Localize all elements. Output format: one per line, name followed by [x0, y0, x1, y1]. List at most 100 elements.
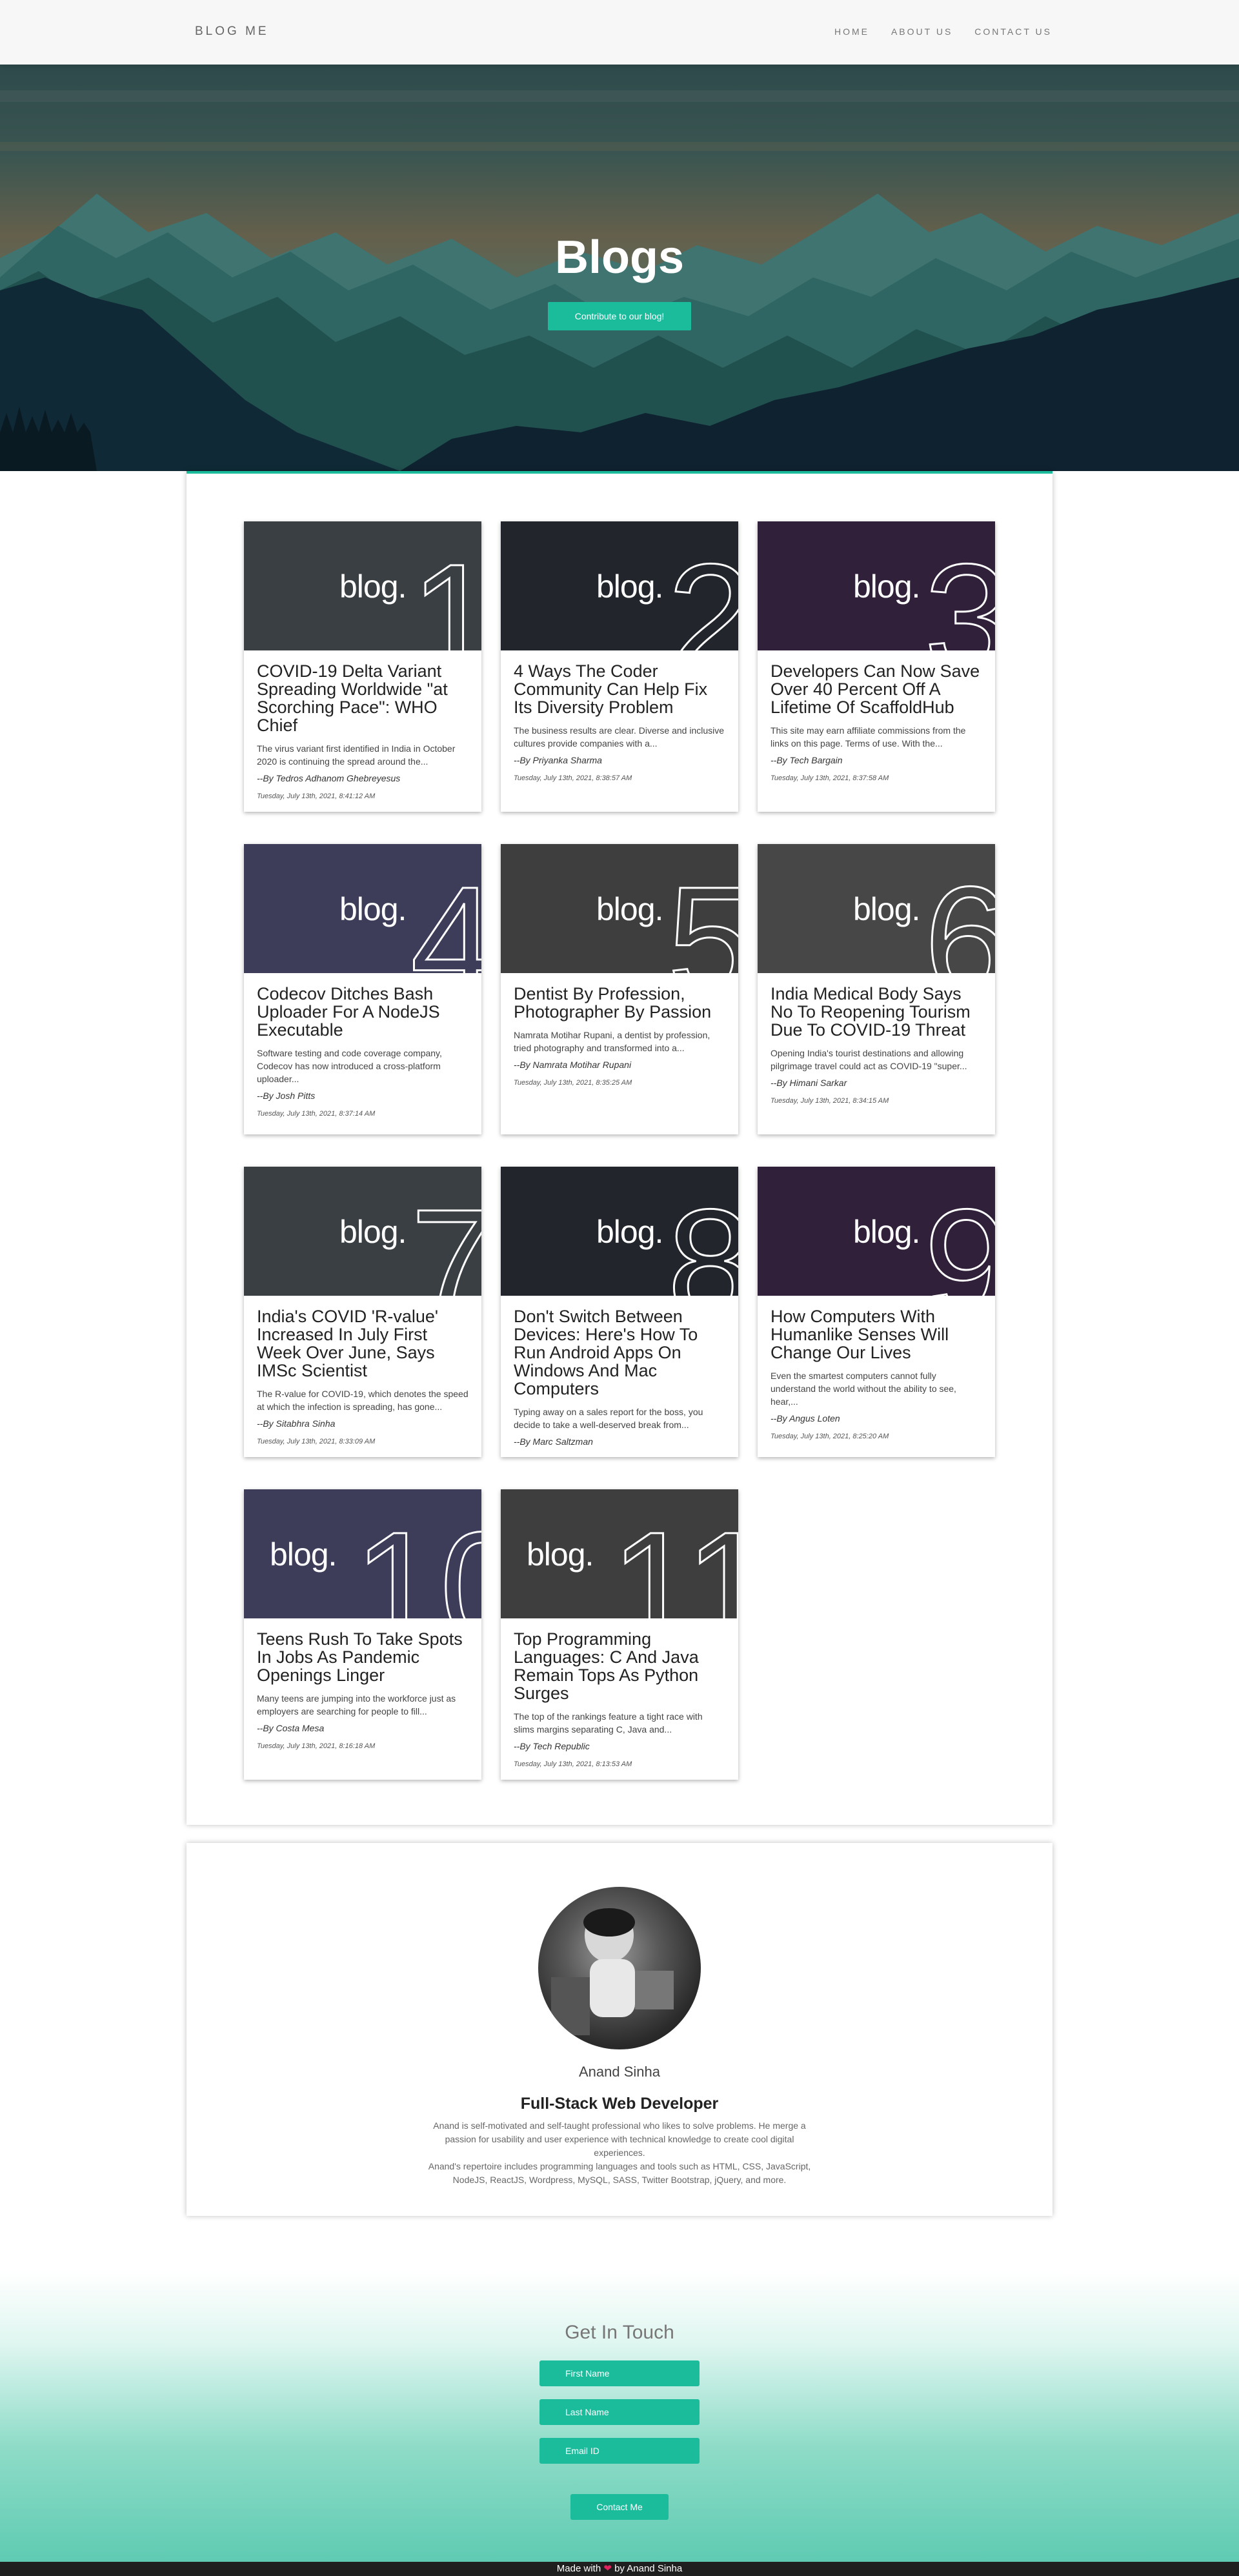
blog-thumbnail-word: blog.	[339, 569, 407, 605]
contribute-button[interactable]: Contribute to our blog!	[548, 302, 691, 330]
blog-thumbnail-number: 6	[923, 854, 995, 974]
blog-author: --By Tech Bargain	[771, 755, 843, 765]
blog-date: Tuesday, July 13th, 2021, 8:35:25 AM	[514, 1079, 632, 1087]
blog-title[interactable]: Teens Rush To Take Spots In Jobs As Pand…	[257, 1630, 468, 1684]
blog-thumbnail-number: 3	[923, 532, 995, 651]
first-name-field[interactable]	[539, 2360, 700, 2386]
blog-card-body: India Medical Body Says No To Reopening …	[758, 973, 995, 1105]
navbar: BLOG ME HOME ABOUT US CONTACT US	[0, 0, 1239, 65]
blog-title[interactable]: Developers Can Now Save Over 40 Percent …	[771, 662, 982, 716]
footer: Made with ❤ by Anand Sinha	[0, 2562, 1239, 2576]
author-bio: Anand is self-motivated and self-taught …	[419, 2119, 820, 2187]
blog-thumbnail: blog. 5	[501, 844, 738, 973]
blog-title[interactable]: Codecov Ditches Bash Uploader For A Node…	[257, 985, 468, 1039]
email-field[interactable]	[539, 2438, 700, 2464]
blog-title[interactable]: Don't Switch Between Devices: Here's How…	[514, 1307, 725, 1398]
footer-author: by Anand Sinha	[614, 2563, 683, 2574]
nav-link-contact[interactable]: CONTACT US	[974, 26, 1052, 37]
blog-date: Tuesday, July 13th, 2021, 8:25:20 AM	[771, 1433, 889, 1440]
blog-thumbnail-word: blog.	[853, 569, 920, 605]
blog-author: --By Namrata Motihar Rupani	[514, 1060, 632, 1070]
blog-author: --By Marc Saltzman	[514, 1436, 593, 1447]
blog-card[interactable]: blog. 3 Developers Can Now Save Over 40 Pe…	[758, 521, 995, 812]
blog-excerpt: This site may earn affiliate commissions…	[771, 725, 966, 749]
blog-title[interactable]: India's COVID 'R-value' Increased In Jul…	[257, 1307, 468, 1380]
blog-title[interactable]: How Computers With Humanlike Senses Will…	[771, 1307, 982, 1362]
blog-thumbnail: blog. 1	[244, 521, 481, 650]
blog-date: Tuesday, July 13th, 2021, 8:16:18 AM	[257, 1742, 376, 1750]
author-skills-paragraph: Anand's repertoire includes programming …	[428, 2161, 811, 2185]
blog-thumbnail-number: 4	[409, 854, 481, 974]
blog-thumbnail-word: blog.	[339, 1214, 407, 1250]
blog-title[interactable]: COVID-19 Delta Variant Spreading Worldwi…	[257, 662, 468, 734]
blog-author: --By Josh Pitts	[257, 1091, 316, 1101]
blog-thumbnail-number: 7	[409, 1177, 481, 1296]
hero-banner: Blogs Contribute to our blog!	[0, 65, 1239, 471]
blog-thumbnail: blog. 11	[501, 1489, 738, 1618]
brand-logo[interactable]: BLOG ME	[195, 25, 269, 39]
contact-me-button[interactable]: Contact Me	[570, 2494, 669, 2520]
blog-thumbnail: blog. 4	[244, 844, 481, 973]
blog-card[interactable]: blog. 8 Don't Switch Between Devices: Here…	[501, 1167, 738, 1457]
blog-author: --By Himani Sarkar	[771, 1078, 847, 1088]
blog-date: Tuesday, July 13th, 2021, 8:37:14 AM	[257, 1110, 376, 1118]
blog-thumbnail: blog. 7	[244, 1167, 481, 1296]
nav-link-about[interactable]: ABOUT US	[891, 26, 952, 37]
blog-thumbnail: blog. 3	[758, 521, 995, 650]
blog-excerpt: The R-value for COVID-19, which denotes …	[257, 1389, 468, 1412]
blog-thumbnail: blog. 9	[758, 1167, 995, 1296]
blog-thumbnail-number: 5	[666, 854, 738, 974]
blog-card[interactable]: blog. 4 Codecov Ditches Bash Uploader For …	[244, 844, 481, 1134]
blog-author: --By Tedros Adhanom Ghebreyesus	[257, 773, 401, 783]
blog-thumbnail-number: 11	[609, 1500, 738, 1619]
about-section: Anand Sinha Full-Stack Web Developer Ana…	[186, 1843, 1053, 2216]
blog-date: Tuesday, July 13th, 2021, 8:34:15 AM	[771, 1097, 889, 1105]
blog-excerpt: The virus variant first identified in In…	[257, 743, 456, 767]
blog-thumbnail-number: 9	[923, 1177, 995, 1296]
blog-date: Tuesday, July 13th, 2021, 8:37:58 AM	[771, 774, 889, 782]
blog-excerpt: The top of the rankings feature a tight …	[514, 1711, 703, 1735]
nav-links: HOME ABOUT US CONTACT US	[834, 26, 1052, 37]
blog-thumbnail-word: blog.	[270, 1536, 337, 1573]
blog-card-body: How Computers With Humanlike Senses Will…	[758, 1296, 995, 1440]
nav-link-home[interactable]: HOME	[834, 26, 869, 37]
blog-card[interactable]: blog. 6 India Medical Body Says No To Reop…	[758, 844, 995, 1134]
blog-card-body: COVID-19 Delta Variant Spreading Worldwi…	[244, 650, 481, 800]
blog-title[interactable]: India Medical Body Says No To Reopening …	[771, 985, 982, 1039]
blog-card[interactable]: blog. 9 How Computers With Humanlike Sense…	[758, 1167, 995, 1457]
blog-card-body: India's COVID 'R-value' Increased In Jul…	[244, 1296, 481, 1445]
last-name-field[interactable]	[539, 2399, 700, 2425]
blog-date: Tuesday, July 13th, 2021, 8:38:57 AM	[514, 774, 632, 782]
blog-thumbnail-word: blog.	[596, 1214, 663, 1250]
blog-excerpt: The business results are clear. Diverse …	[514, 725, 725, 749]
blog-title[interactable]: Top Programming Languages: C And Java Re…	[514, 1630, 725, 1702]
blog-excerpt: Namrata Motihar Rupani, a dentist by pro…	[514, 1030, 710, 1053]
blog-thumbnail-number: 2	[666, 532, 738, 651]
blog-card[interactable]: blog. 1 COVID-19 Delta Variant Spreading W…	[244, 521, 481, 812]
blog-thumbnail-number: 1	[409, 532, 481, 651]
footer-made-with: Made with	[556, 2563, 601, 2574]
blog-title[interactable]: 4 Ways The Coder Community Can Help Fix …	[514, 662, 725, 716]
blog-thumbnail-word: blog.	[853, 1214, 920, 1250]
blog-card[interactable]: blog. 2 4 Ways The Coder Community Can Hel…	[501, 521, 738, 812]
blog-card[interactable]: blog. 11 Top Programming Languages: C And …	[501, 1489, 738, 1780]
blog-thumbnail: blog. 8	[501, 1167, 738, 1296]
blog-thumbnail-number: 8	[666, 1177, 738, 1296]
blog-card-body: Dentist By Profession, Photographer By P…	[501, 973, 738, 1087]
blog-card[interactable]: blog. 10 Teens Rush To Take Spots In Jobs …	[244, 1489, 481, 1780]
hero-title: Blogs	[554, 232, 684, 283]
blog-card-body: Top Programming Languages: C And Java Re…	[501, 1618, 738, 1768]
blog-thumbnail: blog. 6	[758, 844, 995, 973]
blog-excerpt: Typing away on a sales report for the bo…	[514, 1407, 703, 1430]
blog-excerpt: Even the smartest computers cannot fully…	[771, 1371, 956, 1407]
blog-thumbnail-word: blog.	[339, 891, 407, 927]
blog-thumbnail-number: 10	[353, 1500, 481, 1619]
blog-card[interactable]: blog. 5 Dentist By Profession, Photographe…	[501, 844, 738, 1134]
blog-card[interactable]: blog. 7 India's COVID 'R-value' Increased …	[244, 1167, 481, 1457]
blog-thumbnail: blog. 2	[501, 521, 738, 650]
blog-author: --By Costa Mesa	[257, 1723, 325, 1733]
blog-excerpt: Opening India's tourist destinations and…	[771, 1048, 967, 1071]
blog-title[interactable]: Dentist By Profession, Photographer By P…	[514, 985, 725, 1021]
blog-card-body: 4 Ways The Coder Community Can Help Fix …	[501, 650, 738, 782]
blog-thumbnail-word: blog.	[527, 1536, 594, 1573]
